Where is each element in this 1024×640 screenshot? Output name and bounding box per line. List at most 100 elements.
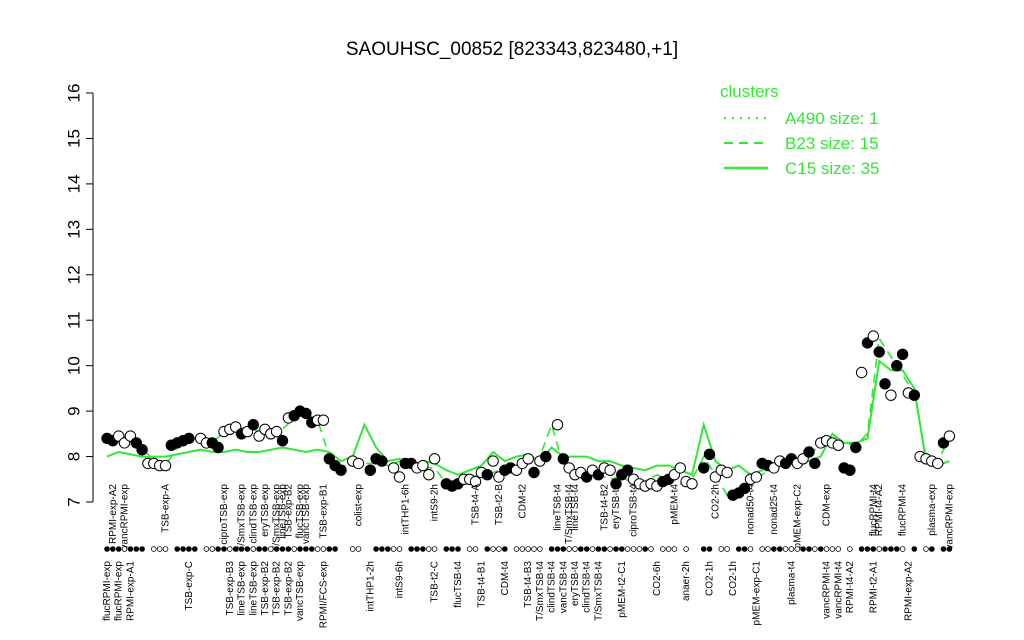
rug-mark <box>928 546 935 552</box>
bottom-sample-label: flucRPMI-exp <box>114 561 125 621</box>
data-point <box>528 466 540 479</box>
rug-mark <box>384 546 391 552</box>
bottom-sample-label: T/SmxTSB-t4 <box>535 561 546 621</box>
rug-mark <box>724 546 730 552</box>
rug-mark <box>250 546 257 552</box>
rug-mark <box>771 546 777 552</box>
data-point <box>832 439 844 451</box>
rug-mark <box>613 546 619 552</box>
rug-mark <box>174 546 181 552</box>
legend-entry-label: B23 size: 15 <box>785 134 879 153</box>
rug-mark <box>151 546 157 552</box>
rug-mark <box>823 546 830 552</box>
data-point <box>317 414 330 426</box>
rug-mark <box>572 546 578 552</box>
rug-mark <box>782 546 789 552</box>
rug-mark <box>110 546 116 552</box>
rug-mark <box>560 546 567 552</box>
y-tick-label: 8 <box>65 452 84 461</box>
upper-sample-label: nonad50-t4 <box>746 484 757 535</box>
upper-sample-label: flucRPMI-t4 <box>898 484 909 537</box>
y-tick-label: 7 <box>65 497 84 506</box>
data-point <box>247 419 260 431</box>
rug-mark <box>408 546 415 552</box>
data-point <box>803 446 815 458</box>
upper-sample-label: TSB-t4-A <box>471 484 482 525</box>
rug-mark <box>700 546 707 552</box>
rug-mark <box>303 546 309 552</box>
rug-mark <box>238 546 245 552</box>
upper-sample-label: ciproTSB-t4 <box>629 484 640 537</box>
bottom-sample-label: CO2-6h <box>652 561 663 596</box>
bottom-sample-label: TSB-t4-B3 <box>523 561 534 608</box>
upper-sample-label: nonad25-t4 <box>769 484 780 535</box>
rug-mark <box>870 546 877 552</box>
upper-sample-label: TSB-t2-B <box>494 484 505 525</box>
rug-mark <box>847 546 853 552</box>
data-point <box>551 419 564 431</box>
data-point <box>481 469 493 481</box>
rug-mark <box>531 546 537 552</box>
data-point <box>873 346 885 358</box>
y-tick-label: 13 <box>65 220 84 239</box>
bottom-sample-label: pMEM-exp-C1 <box>751 561 762 626</box>
rug-mark <box>291 546 298 552</box>
rug-mark <box>139 546 145 552</box>
upper-sample-label: vancRPMI-exp <box>120 484 131 550</box>
rug-mark <box>256 546 262 552</box>
upper-sample-label: RPMI-exp-A2 <box>108 484 119 544</box>
rug-mark <box>776 546 783 552</box>
rug-mark <box>472 546 479 552</box>
rug-mark <box>923 546 929 552</box>
upper-sample-label: vancTSB-exp <box>301 484 312 544</box>
y-tick-label: 15 <box>65 129 84 148</box>
y-tick-label: 10 <box>65 356 84 375</box>
upper-sample-label: CO2-2h <box>710 484 721 519</box>
upper-sample-label: plasma-exp <box>927 484 938 536</box>
rug-mark <box>221 546 227 552</box>
bottom-sample-label: TSB-t2-C <box>430 561 441 603</box>
legend-entry-label: C15 size: 35 <box>785 159 880 178</box>
data-point <box>698 462 710 474</box>
bottom-sample-label: clindTSB-t4 <box>547 561 558 613</box>
y-tick-label: 11 <box>65 311 84 329</box>
rug-mark <box>244 546 251 552</box>
upper-sample-label: intTHP1-6h <box>400 484 411 535</box>
data-point <box>885 389 897 401</box>
rug-mark <box>595 546 602 552</box>
data-point <box>387 462 400 474</box>
bottom-sample-label: lineTSB-exp <box>237 561 248 616</box>
rug-mark <box>864 546 871 552</box>
rug-mark <box>186 546 192 552</box>
bottom-sample-labels: flucRPMI-exp flucRPMI-exp RPMI-exp-A1 TSB-e… <box>102 561 914 629</box>
bottom-sample-label: RPMI-t2-A1 <box>868 561 879 614</box>
data-point <box>896 348 909 360</box>
rug-mark <box>192 546 198 552</box>
rug-mark <box>665 546 672 552</box>
rug-mark <box>262 546 268 552</box>
rug-mark <box>390 546 397 552</box>
rug-mark <box>648 546 654 552</box>
bottom-sample-label: TSB-exp-B3 <box>225 561 236 616</box>
y-tick-label: 9 <box>65 406 84 415</box>
rug-mark <box>718 546 725 552</box>
bottom-sample-label: TSB-exp-B2 <box>260 561 271 616</box>
rug-mark <box>683 546 689 552</box>
bottom-sample-label: T/SmxTSB-t4 <box>593 561 604 621</box>
data-point <box>183 432 195 445</box>
upper-sample-label: eryTSB-exp <box>260 484 271 537</box>
rug-mark <box>601 546 608 552</box>
bottom-sample-label: vancTSB-exp <box>295 561 306 621</box>
rug-mark <box>215 546 221 552</box>
upper-sample-labels: RPMI-exp-A2 vancRPMI-exp TSB-exp-A ciproTSB… <box>108 484 956 552</box>
rug-mark <box>806 546 812 552</box>
series-line-dashed <box>106 336 951 497</box>
rug-mark <box>800 546 806 552</box>
data-point <box>557 453 569 465</box>
rug-mark <box>285 546 292 552</box>
rug-mark <box>630 546 637 552</box>
upper-sample-label: lineTSB-t4 <box>553 484 564 531</box>
data-point <box>891 360 903 372</box>
sample-rug <box>104 546 953 552</box>
upper-sample-label: TSB-exp-B2 <box>283 484 294 539</box>
